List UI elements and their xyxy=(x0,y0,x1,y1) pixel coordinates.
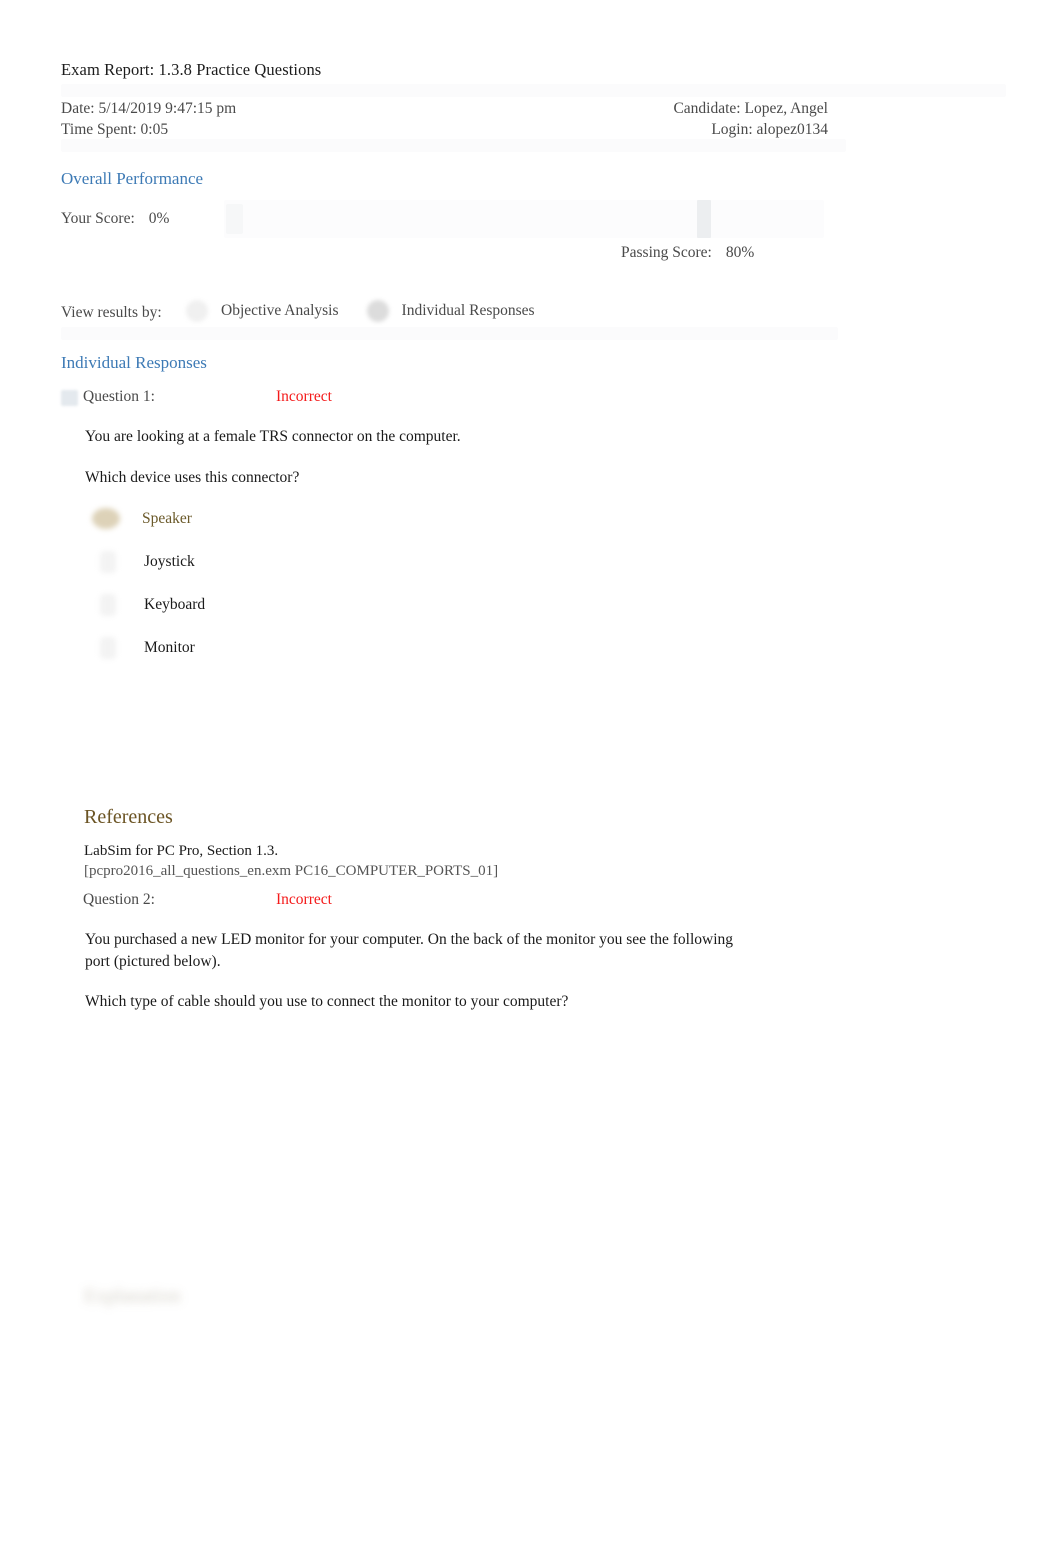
question-1-paragraph-1: You are looking at a female TRS connecto… xyxy=(85,428,461,445)
report-date: Date: 5/14/2019 9:47:15 pm xyxy=(61,100,237,117)
individual-responses-heading: Individual Responses xyxy=(61,353,207,372)
score-progress-bar xyxy=(224,200,824,238)
question-1-header: Question 1: Incorrect xyxy=(0,388,1062,414)
question-2-paragraph-2: Which type of cable should you use to co… xyxy=(85,993,569,1010)
reference-title: LabSim for PC Pro, Section 1.3. xyxy=(84,843,279,859)
passing-score-value: 80% xyxy=(725,244,755,261)
references-heading: References xyxy=(84,806,173,828)
selected-answer-icon xyxy=(92,508,120,529)
question-2-header: Question 2: Incorrect xyxy=(0,891,1062,917)
option-radio-icon xyxy=(100,636,116,659)
your-score-value: 0% xyxy=(148,210,170,227)
passing-score-row: Passing Score: 80% xyxy=(621,244,754,262)
question-2-body: You purchased a new LED monitor for your… xyxy=(85,929,745,1032)
header-divider-top xyxy=(61,84,1006,97)
score-progress-start-cap xyxy=(226,204,243,234)
option-radio-icon xyxy=(100,593,116,616)
option-label: Speaker xyxy=(142,509,192,527)
your-score-label: Your Score: xyxy=(61,210,135,227)
radio-objective-analysis-label: Objective Analysis xyxy=(221,302,339,319)
question-1-options: Speaker Joystick Keyboard Monitor xyxy=(92,497,205,669)
option-row[interactable]: Joystick xyxy=(92,540,205,583)
question-1-paragraph-2: Which device uses this connector? xyxy=(85,468,300,486)
option-radio-icon xyxy=(100,550,116,573)
option-row[interactable]: Speaker xyxy=(92,497,205,540)
question-2-paragraph-1: You purchased a new LED monitor for your… xyxy=(85,931,733,970)
view-results-by-label: View results by: xyxy=(61,304,162,321)
page-title: Exam Report: 1.3.8 Practice Questions xyxy=(61,60,322,79)
exam-report-page: Exam Report: 1.3.8 Practice Questions Da… xyxy=(0,0,1062,1561)
question-1-status-badge: Incorrect xyxy=(276,388,332,405)
option-label: Joystick xyxy=(144,552,195,570)
option-row[interactable]: Keyboard xyxy=(92,583,205,626)
report-login: Login: alopez0134 xyxy=(711,120,828,138)
view-results-divider xyxy=(61,327,838,340)
option-label: Monitor xyxy=(144,638,195,656)
passing-score-label: Passing Score: xyxy=(621,244,712,261)
option-label: Keyboard xyxy=(144,595,206,613)
radio-individual-responses-label: Individual Responses xyxy=(401,302,535,319)
radio-button-icon[interactable] xyxy=(186,300,208,322)
radio-objective-analysis[interactable]: Objective Analysis xyxy=(186,300,339,322)
radio-individual-responses[interactable]: Individual Responses xyxy=(366,300,535,322)
question-2-label: Question 2: xyxy=(83,891,155,908)
question-block-2: Question 2: Incorrect You purchased a ne… xyxy=(0,891,1062,1010)
question-2-status-badge: Incorrect xyxy=(276,891,332,908)
report-time-spent: Time Spent: 0:05 xyxy=(61,120,169,138)
explanation-heading: Explanation xyxy=(84,1285,181,1307)
report-meta-left: Date: 5/14/2019 9:47:15 pm Time Spent: 0… xyxy=(61,99,236,140)
passing-score-marker xyxy=(697,200,711,238)
report-meta-right: Candidate: Lopez, Angel Login: alopez013… xyxy=(673,99,828,140)
your-score-row: Your Score: 0% xyxy=(61,210,169,228)
overall-performance-heading: Overall Performance xyxy=(61,169,204,188)
option-row[interactable]: Monitor xyxy=(92,626,205,669)
question-block-1: Question 1: Incorrect You are looking at… xyxy=(0,388,1062,659)
question-1-label: Question 1: xyxy=(83,388,155,405)
report-candidate: Candidate: Lopez, Angel xyxy=(673,100,828,117)
question-1-body: You are looking at a female TRS connecto… xyxy=(85,426,745,507)
references-content: LabSim for PC Pro, Section 1.3. [pcpro20… xyxy=(84,842,498,881)
view-results-by-radio-group[interactable]: Objective Analysis Individual Responses xyxy=(186,300,563,322)
header-divider-bottom xyxy=(61,139,846,152)
radio-button-selected-icon[interactable] xyxy=(366,300,389,322)
question-marker-icon xyxy=(61,390,78,406)
reference-code: [pcpro2016_all_questions_en.exm PC16_COM… xyxy=(84,862,499,879)
